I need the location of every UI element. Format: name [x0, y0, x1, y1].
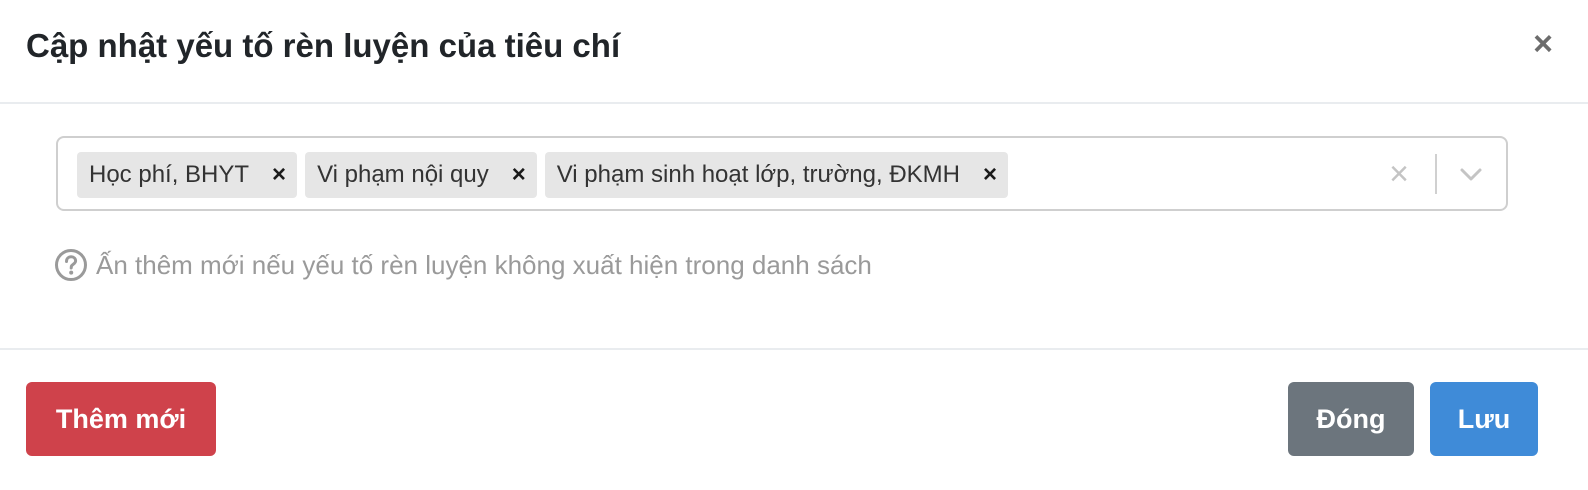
- selected-chip: Vi phạm sinh hoạt lớp, trường, ĐKMH ×: [544, 152, 1008, 198]
- chip-label: Vi phạm nội quy: [317, 161, 489, 188]
- modal-title: Cập nhật yếu tố rèn luyện của tiêu chí: [26, 27, 621, 64]
- criteria-multiselect[interactable]: Học phí, BHYT × Vi phạm nội quy × Vi phạ…: [56, 136, 1508, 211]
- chip-label: Vi phạm sinh hoạt lớp, trường, ĐKMH: [556, 161, 960, 188]
- modal-header: Cập nhật yếu tố rèn luyện của tiêu chí ×: [0, 0, 1588, 104]
- chip-remove-icon[interactable]: ×: [980, 152, 1000, 198]
- selected-chip: Vi phạm nội quy ×: [305, 152, 537, 198]
- close-button[interactable]: Đóng: [1288, 382, 1414, 456]
- update-criteria-modal: Cập nhật yếu tố rèn luyện của tiêu chí ×…: [0, 0, 1588, 490]
- question-circle-icon: [54, 248, 88, 282]
- chip-remove-icon[interactable]: ×: [509, 152, 529, 198]
- chevron-down-icon[interactable]: [1456, 158, 1486, 190]
- indicator-separator: [1435, 154, 1437, 194]
- chip-remove-icon[interactable]: ×: [269, 152, 289, 198]
- add-new-button[interactable]: Thêm mới: [26, 382, 216, 456]
- modal-body: Học phí, BHYT × Vi phạm nội quy × Vi phạ…: [0, 104, 1588, 348]
- modal-footer: Thêm mới Đóng Lưu: [0, 348, 1588, 490]
- selected-chip: Học phí, BHYT ×: [77, 152, 298, 198]
- save-button[interactable]: Lưu: [1430, 382, 1538, 456]
- help-hint: Ấn thêm mới nếu yếu tố rèn luyện không x…: [54, 248, 872, 282]
- clear-icon[interactable]: ×: [1384, 157, 1414, 191]
- help-text: Ấn thêm mới nếu yếu tố rèn luyện không x…: [96, 249, 872, 280]
- chip-label: Học phí, BHYT: [89, 161, 250, 188]
- close-icon[interactable]: ×: [1528, 26, 1558, 62]
- selected-chips: Học phí, BHYT × Vi phạm nội quy × Vi phạ…: [77, 152, 1008, 198]
